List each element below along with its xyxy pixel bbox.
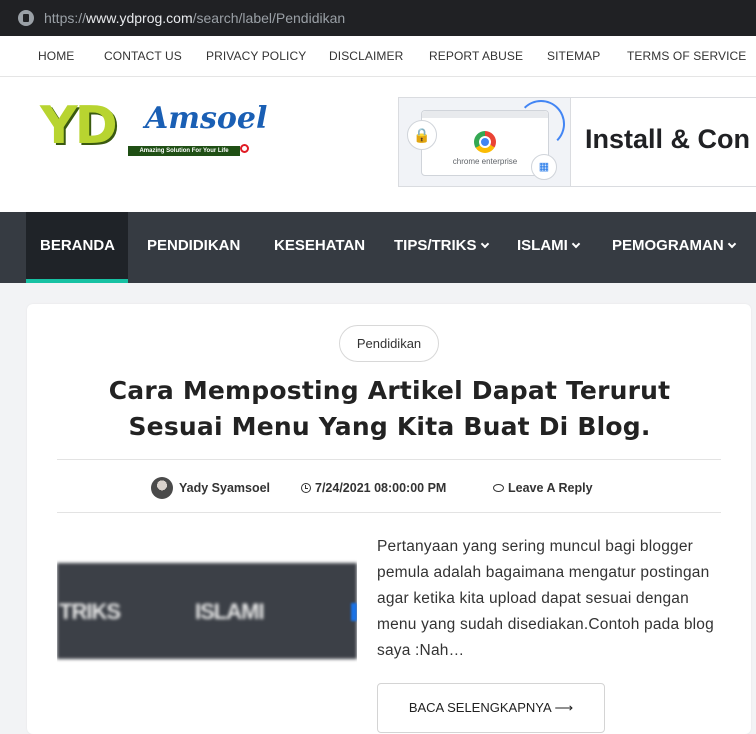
post-thumbnail[interactable]: TRIKS ISLAMI <box>57 533 357 733</box>
thumbnail-text: TRIKS <box>59 599 121 624</box>
chrome-logo-icon <box>474 131 496 153</box>
ad-product-label: chrome enterprise <box>452 157 518 166</box>
chevron-down-icon <box>727 239 736 249</box>
post-title[interactable]: Cara Memposting Artikel Dapat Terurut Se… <box>67 373 712 445</box>
read-more-button[interactable]: BACA SELENGKAPNYA ⟶ <box>377 683 605 733</box>
divider <box>57 512 721 513</box>
ad-illustration: chrome enterprise 🔒 ▦ <box>399 98 571 186</box>
nav-item-islami[interactable]: ISLAMI <box>517 212 581 283</box>
post-author[interactable]: Yady Syamsoel <box>151 476 270 500</box>
nav-item-beranda[interactable]: BERANDA <box>26 212 128 283</box>
lock-icon: 🔒 <box>407 120 437 150</box>
browser-address-bar[interactable]: https://www.ydprog.com/search/label/Pend… <box>0 0 756 36</box>
building-icon: ▦ <box>531 154 557 180</box>
site-logo[interactable]: YD Amsoel Amazing Solution For Your Life <box>40 96 267 159</box>
toplink-home[interactable]: HOME <box>38 49 74 63</box>
nav-item-tips-triks[interactable]: TIPS/TRIKS <box>394 212 489 283</box>
toplink-privacy-policy[interactable]: PRIVACY POLICY <box>206 49 306 63</box>
chevron-down-icon <box>571 239 581 249</box>
site-header: YD Amsoel Amazing Solution For Your Life… <box>0 77 756 212</box>
category-badge[interactable]: Pendidikan <box>339 325 439 362</box>
main-nav: BERANDA PENDIDIKAN KESEHATAN TIPS/TRIKS … <box>0 212 756 283</box>
logo-mark: YD <box>40 96 118 156</box>
post-card: Pendidikan Cara Memposting Artikel Dapat… <box>27 304 751 734</box>
site-info-icon[interactable] <box>18 10 34 26</box>
toplink-terms-of-service[interactable]: TERMS OF SERVICE <box>627 49 746 63</box>
toplink-disclaimer[interactable]: DISCLAIMER <box>329 49 403 63</box>
ad-headline: Install & Con <box>585 124 751 154</box>
nav-item-pendidikan[interactable]: PENDIDIKAN <box>147 212 240 283</box>
toplink-sitemap[interactable]: SITEMAP <box>547 49 600 63</box>
avatar <box>151 477 173 499</box>
logo-dot-icon <box>240 144 249 153</box>
ad-banner[interactable]: chrome enterprise 🔒 ▦ Install & Con <box>398 97 756 187</box>
logo-tagline: Amazing Solution For Your Life <box>128 146 240 156</box>
clock-icon <box>301 483 311 493</box>
post-excerpt: Pertanyaan yang sering muncul bagi blogg… <box>377 538 714 659</box>
logo-name: Amsoel <box>145 101 268 136</box>
comment-icon <box>493 484 504 492</box>
chevron-down-icon <box>480 239 489 249</box>
url-text[interactable]: https://www.ydprog.com/search/label/Pend… <box>44 10 345 26</box>
toplink-report-abuse[interactable]: REPORT ABUSE <box>429 49 523 63</box>
top-links-bar: HOME CONTACT US PRIVACY POLICY DISCLAIME… <box>0 36 756 77</box>
divider <box>57 459 721 460</box>
post-date: 7/24/2021 08:00:00 PM <box>301 476 446 500</box>
thumbnail-text: ISLAMI <box>195 599 265 624</box>
nav-item-pemograman[interactable]: PEMOGRAMAN <box>612 212 736 283</box>
arc-decoration <box>517 100 565 148</box>
toplink-contact-us[interactable]: CONTACT US <box>104 49 182 63</box>
nav-item-kesehatan[interactable]: KESEHATAN <box>274 212 365 283</box>
leave-reply-link[interactable]: Leave A Reply <box>493 476 593 500</box>
